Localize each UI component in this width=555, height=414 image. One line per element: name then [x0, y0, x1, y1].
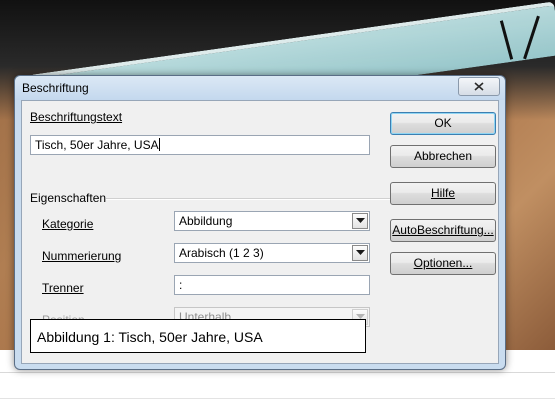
group-divider [106, 198, 390, 200]
options-button[interactable]: Optionen... [390, 252, 496, 275]
help-button[interactable]: Hilfe [390, 182, 496, 205]
numbering-select[interactable]: Arabisch (1 2 3) [174, 243, 370, 263]
caption-preview-text: Abbildung 1: Tisch, 50er Jahre, USA [37, 329, 263, 345]
category-dropdown-button[interactable] [352, 213, 368, 229]
background-rule [0, 372, 555, 373]
close-button[interactable] [458, 77, 500, 96]
category-select[interactable]: Abbildung [174, 211, 370, 231]
caption-text-input[interactable]: Tisch, 50er Jahre, USA [30, 135, 370, 155]
caption-text-label: Beschriftungstext [30, 110, 123, 124]
chevron-down-icon [356, 250, 365, 255]
separator-value: : [179, 278, 183, 292]
title-bar[interactable]: Beschriftung [15, 76, 505, 100]
text-caret [158, 138, 160, 151]
caption-preview: Abbildung 1: Tisch, 50er Jahre, USA [30, 319, 366, 353]
dialog-title: Beschriftung [22, 81, 89, 95]
numbering-label: Nummerierung [42, 249, 122, 263]
caption-dialog: Beschriftung Beschriftungstext Tisch, 50… [14, 75, 506, 370]
chevron-down-icon [356, 218, 365, 223]
category-label: Kategorie [42, 217, 94, 231]
numbering-dropdown-button[interactable] [352, 245, 368, 261]
separator-label: Trenner [42, 281, 84, 295]
separator-input[interactable]: : [174, 275, 370, 295]
properties-group-label: Eigenschaften [30, 191, 107, 205]
ok-button[interactable]: OK [390, 112, 496, 135]
close-icon [474, 82, 484, 91]
category-value: Abbildung [179, 214, 233, 228]
numbering-value: Arabisch (1 2 3) [179, 246, 264, 260]
cancel-button[interactable]: Abbrechen [390, 145, 496, 168]
caption-text-value: Tisch, 50er Jahre, USA [35, 138, 159, 152]
autocaption-button[interactable]: AutoBeschriftung... [390, 219, 496, 242]
background-rule [0, 398, 555, 399]
dialog-body: Beschriftungstext Tisch, 50er Jahre, USA… [21, 100, 499, 364]
